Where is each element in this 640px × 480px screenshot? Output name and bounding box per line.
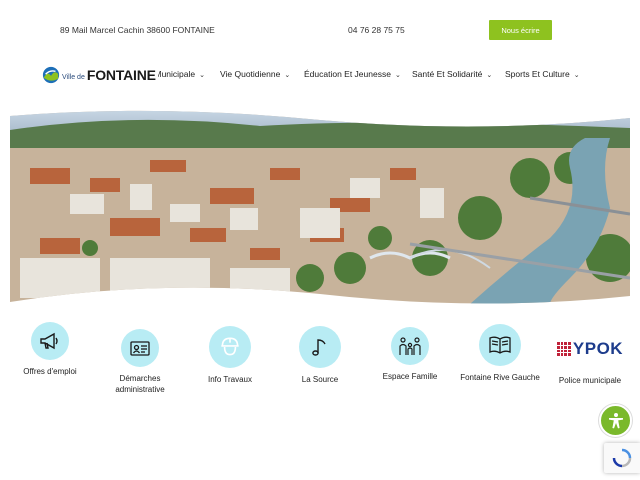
chevron-down-icon: ⌄ <box>199 72 206 79</box>
nav-item-education-jeunesse[interactable]: Éducation Et Jeunesse ⌄ <box>304 69 401 79</box>
service-label: Police municipale <box>558 376 622 385</box>
recaptcha-badge[interactable] <box>604 443 640 473</box>
ypok-logo: YPOK <box>545 330 635 368</box>
logo-prefix: Ville de <box>62 73 85 81</box>
main-nav: Vie Municipale ⌄ Vie Quotidienne ⌄ Éducati… <box>0 62 640 86</box>
nav-item-label: Sports Et Culture <box>505 69 570 79</box>
music-note-icon <box>299 326 341 368</box>
service-police-municipale[interactable]: YPOK Police municipale <box>545 330 635 386</box>
address-text: 89 Mail Marcel Cachin 38600 FONTAINE <box>60 25 215 35</box>
nav-item-label: Éducation Et Jeunesse <box>304 69 391 79</box>
top-bar: 89 Mail Marcel Cachin 38600 FONTAINE 04 … <box>0 0 640 58</box>
recaptcha-icon <box>612 448 632 468</box>
chevron-down-icon: ⌄ <box>284 72 291 79</box>
nav-item-sante-solidarite[interactable]: Santé Et Solidarité ⌄ <box>412 69 492 79</box>
contact-button[interactable]: Nous écrire <box>489 20 552 40</box>
nav-item-vie-quotidienne[interactable]: Vie Quotidienne ⌄ <box>220 69 290 79</box>
family-icon <box>391 327 429 365</box>
site-logo[interactable]: Ville de FONTAINE <box>42 66 158 84</box>
accessibility-icon <box>608 412 623 428</box>
accessibility-button[interactable] <box>599 404 632 437</box>
service-demarches[interactable]: Démarches administrative <box>95 329 185 395</box>
nav-item-sports-culture[interactable]: Sports Et Culture ⌄ <box>505 69 580 79</box>
service-label: La Source <box>301 375 339 384</box>
service-info-travaux[interactable]: Info Travaux <box>185 326 275 385</box>
ypok-grid-icon <box>556 342 571 356</box>
phone-link[interactable]: 04 76 28 75 75 <box>348 25 405 35</box>
service-fontaine-rive-gauche[interactable]: Fontaine Rive Gauche <box>455 324 545 383</box>
service-la-source[interactable]: La Source <box>275 326 365 385</box>
chevron-down-icon: ⌄ <box>394 72 401 79</box>
logo-name: FONTAINE <box>86 67 156 83</box>
service-label: Offres d'emploi <box>23 367 77 376</box>
ypok-logo-text: YPOK <box>572 339 624 358</box>
worker-helmet-icon <box>209 326 251 368</box>
hero-aerial-image <box>10 110 630 304</box>
service-label: Fontaine Rive Gauche <box>460 373 540 382</box>
service-offres-emploi[interactable]: Offres d'emploi <box>5 322 95 377</box>
chevron-down-icon: ⌄ <box>573 72 580 79</box>
id-card-icon <box>121 329 159 367</box>
book-icon <box>479 324 521 366</box>
service-label: Info Travaux <box>207 375 253 384</box>
service-label: Espace Famille <box>382 372 438 381</box>
nav-item-label: Vie Quotidienne <box>220 69 281 79</box>
service-espace-famille[interactable]: Espace Famille <box>365 327 455 382</box>
service-label: Démarches administrative <box>115 374 165 394</box>
nav-item-label: Santé Et Solidarité <box>412 69 483 79</box>
megaphone-icon <box>31 322 69 360</box>
chevron-down-icon: ⌄ <box>486 72 493 79</box>
services-row: Offres d'emploi Démarches administrative… <box>0 322 640 402</box>
logo-mark-icon <box>42 66 60 84</box>
